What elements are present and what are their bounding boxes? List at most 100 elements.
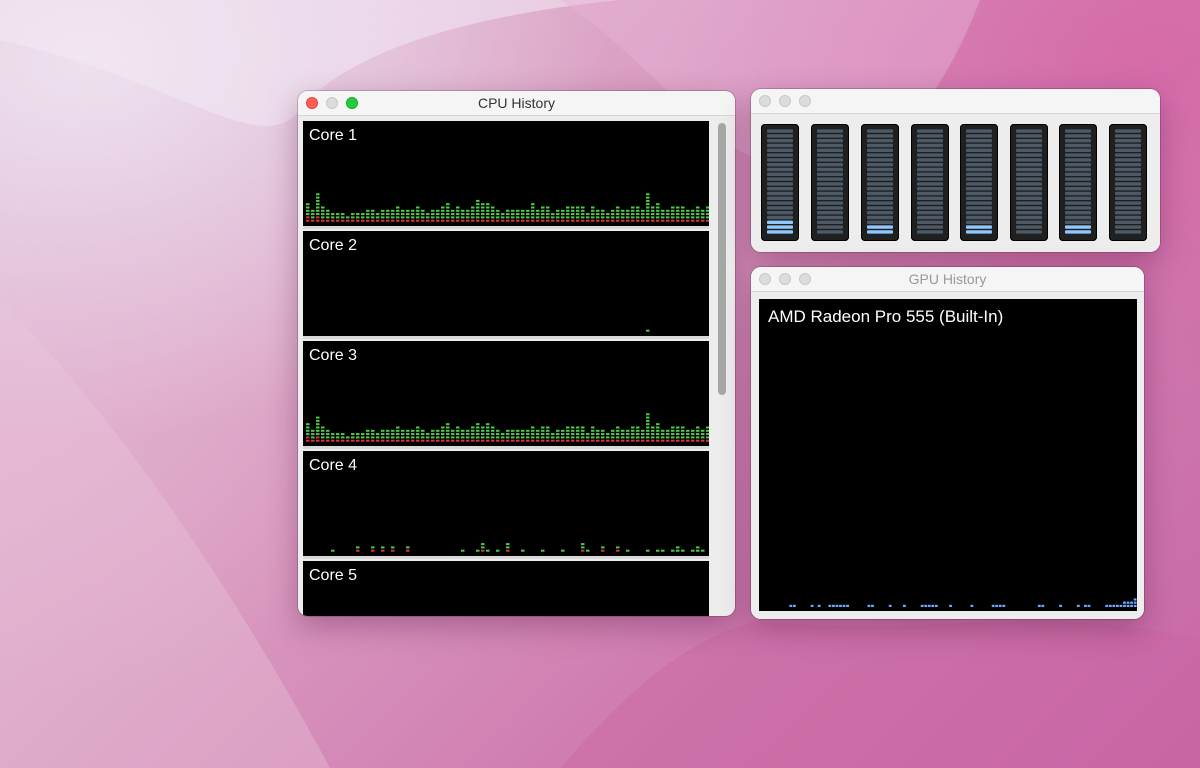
user-segment <box>706 213 709 216</box>
meter-segment <box>1065 143 1091 148</box>
user-segment <box>396 433 400 436</box>
user-segment <box>311 213 315 216</box>
cpu-bar <box>516 209 520 222</box>
user-segment <box>686 429 690 432</box>
user-segment <box>571 206 575 209</box>
user-segment <box>371 436 375 439</box>
system-segment <box>641 219 645 222</box>
user-segment <box>406 433 410 436</box>
meter-segment <box>966 191 992 196</box>
system-segment <box>356 439 360 442</box>
meter-segment <box>817 139 843 143</box>
meter-segment <box>966 215 992 220</box>
meter-segment <box>917 148 943 152</box>
cpu-bar <box>356 213 360 222</box>
user-segment <box>646 423 650 426</box>
gpu-history-titlebar[interactable]: GPU History <box>751 267 1144 292</box>
user-segment <box>321 426 325 429</box>
system-segment <box>326 439 330 442</box>
minimize-button[interactable] <box>779 95 791 107</box>
user-segment <box>426 213 430 216</box>
cpu-bar <box>696 426 700 442</box>
user-segment <box>316 206 320 209</box>
user-segment <box>341 433 345 436</box>
system-segment <box>506 549 510 552</box>
user-segment <box>381 546 385 549</box>
user-segment <box>441 426 445 429</box>
scroll-thumb[interactable] <box>718 123 726 395</box>
meter-segment <box>817 134 843 138</box>
vertical-scrollbar[interactable] <box>715 121 729 616</box>
meter-segment <box>1065 230 1091 234</box>
user-segment <box>636 433 640 436</box>
meter-segment <box>1115 134 1141 138</box>
user-segment <box>456 216 460 219</box>
user-segment <box>486 429 490 432</box>
meter-segment <box>1065 139 1091 143</box>
user-segment <box>311 216 315 219</box>
cpu-bar <box>601 209 605 222</box>
user-segment <box>531 203 535 206</box>
meter-segment <box>1016 129 1042 133</box>
cpu-bar <box>406 546 410 552</box>
meter-segment <box>966 172 992 176</box>
system-segment <box>391 439 395 442</box>
system-segment <box>391 549 395 552</box>
meter-segment <box>1065 201 1091 205</box>
user-segment <box>646 329 650 332</box>
meter-segment <box>1016 225 1042 229</box>
user-segment <box>416 429 420 432</box>
user-segment <box>491 436 495 439</box>
user-segment <box>506 433 510 436</box>
zoom-button[interactable] <box>799 95 811 107</box>
system-segment <box>371 219 375 222</box>
system-segment <box>421 219 425 222</box>
core-graph-list[interactable]: Core 1 Core 2 Core 3 Core 4 Core 5 <box>303 121 709 616</box>
cpu-bar <box>616 546 620 552</box>
cpu-usage-titlebar[interactable] <box>751 89 1160 114</box>
gpu-bar-segment <box>839 604 842 607</box>
meter-segment <box>966 177 992 181</box>
cpu-history-titlebar[interactable]: CPU History <box>298 91 735 116</box>
gpu-name-label: AMD Radeon Pro 555 (Built-In) <box>768 307 1004 326</box>
user-segment <box>616 209 620 212</box>
meter-segment <box>867 206 893 210</box>
system-segment <box>481 219 485 222</box>
user-segment <box>331 436 335 439</box>
cpu-bar <box>411 209 415 222</box>
user-segment <box>386 429 390 432</box>
meter-segment <box>1065 153 1091 157</box>
user-segment <box>316 416 320 419</box>
meter-segment <box>966 206 992 210</box>
meter-segment <box>1016 177 1042 181</box>
gpu-bar-segment <box>931 604 935 607</box>
system-segment <box>356 549 360 552</box>
user-segment <box>686 433 690 436</box>
system-segment <box>666 219 670 222</box>
cpu-bar <box>486 549 490 552</box>
user-segment <box>446 209 450 212</box>
user-segment <box>316 193 320 196</box>
close-button[interactable] <box>759 95 771 107</box>
user-segment <box>486 209 490 212</box>
system-segment <box>346 219 350 222</box>
user-segment <box>306 209 310 212</box>
cpu-bar <box>451 429 455 442</box>
cpu-bar <box>426 433 430 442</box>
user-segment <box>366 436 370 439</box>
user-segment <box>426 433 430 436</box>
user-segment <box>476 433 480 436</box>
user-segment <box>691 549 695 552</box>
core-meter-2 <box>811 124 849 241</box>
user-segment <box>461 429 465 432</box>
system-segment <box>396 439 400 442</box>
meter-segment <box>966 134 992 138</box>
user-segment <box>356 216 360 219</box>
user-segment <box>361 436 365 439</box>
user-segment <box>526 436 530 439</box>
user-segment <box>656 203 660 206</box>
cpu-bar <box>401 209 405 222</box>
cpu-bar <box>521 429 525 442</box>
user-segment <box>691 433 695 436</box>
user-segment <box>691 436 695 439</box>
